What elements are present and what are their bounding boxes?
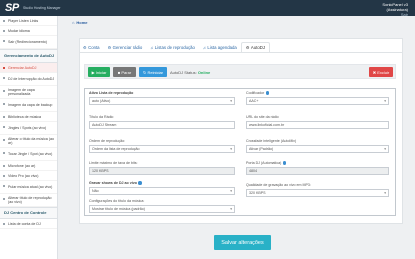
sidebar-item-top-1[interactable]: Mudar idioma [0,26,57,36]
sidebar-item-autodj-3[interactable]: Imagem da capa de backup [0,99,57,112]
tab-label: Listas de reprodução [154,44,195,50]
info-icon [282,161,287,165]
crossfade-select[interactable]: Ativar (Padrão) [246,145,389,153]
tab-bar: ⚙ Conta ⚙ Gerenciar rádio ♫ Listas de repro… [79,42,270,52]
tab-lista-agendada[interactable]: ♫ Lista agendada [199,42,241,52]
info-icon [138,181,142,185]
music-note-icon: ♫ [202,44,206,50]
stop-button[interactable]: ■ Parar [113,67,136,77]
tab-label: AutoDJ [250,45,265,50]
tab-conta[interactable]: ⚙ Conta [79,42,104,52]
bitrate-limit-field: 120 KBPS [89,167,235,175]
radio-title-label: Título da Rádio [89,115,114,119]
playlist-select[interactable]: auto (Ativo) [89,97,235,105]
codec-label-text: Codificador [246,91,265,95]
codec-label: Codificador [246,91,270,95]
play-order-select[interactable]: Ordem da lista de reprodução [89,145,235,153]
breadcrumb[interactable]: ⌂ Home [72,20,88,25]
record-live-label: Gravar shows de DJ ao vivo [89,181,142,185]
sidebar-section-dj-control: DJ Centro de Controle [0,207,57,219]
tab-gerenciar-radio[interactable]: ⚙ Gerenciar rádio [104,42,147,52]
breadcrumb-home[interactable]: Home [76,20,87,25]
logout-link[interactable]: Sair [401,12,408,17]
sidebar-item-autodj-2[interactable]: Imagem de capa personalizada [0,86,57,99]
sidebar-item-control-0[interactable]: Lista de conta de DJ [0,219,57,229]
user-menu[interactable]: SonicPanel v3 (Assinatura) Sair [382,2,408,17]
record-live-label-text: Gravar shows de DJ ao vivo [89,181,137,185]
sidebar-item-autodj-1[interactable]: DJ de Interrupção do AutoDJ [0,73,57,86]
gear-icon: ⚙ [107,44,112,50]
gear-icon: ⚙ [245,45,250,50]
sidebar-item-autodj-4[interactable]: Biblioteca de música [0,112,57,122]
autodj-settings-form: Ativo Lista de reprodução auto (Ativo) C… [84,88,396,216]
playlist-label: Ativo Lista de reprodução [89,91,134,95]
sidebar-item-autodj-8[interactable]: Microfone (ao ar) [0,161,57,171]
status-value: Online [197,69,211,75]
radio-title-input[interactable]: AutoDJ Stream [89,121,235,129]
app-logo[interactable]: SP [5,2,19,14]
tab-listas-reproducao[interactable]: ♫ Listas de reprodução [146,42,199,52]
delete-button-label: Excluir [377,69,390,75]
sidebar-item-autodj-5[interactable]: Jingles / Spots (ao vivo) [0,122,57,135]
sidebar-item-top-2[interactable]: Sair (Redirecionamento) [0,36,57,49]
dj-port-label: Porta DJ (Automatica) [246,161,287,165]
title-config-label: Configurações do título da música: [89,199,145,203]
info-icon [265,91,270,95]
dj-port-label-text: Porta DJ (Automatica) [246,161,282,165]
record-live-select[interactable]: Não [89,187,235,195]
tab-label: Lista agendada [207,44,237,50]
sidebar-item-autodj-6[interactable]: Alterar o título da música (ao ar) [0,135,57,148]
sidebar-item-autodj-10[interactable]: Pular música atual (ao vivo) [0,181,57,194]
home-icon: ⌂ [72,20,75,25]
stop-button-label: Parar [121,69,132,75]
sidebar: Player Listen Links Mudar idioma Sair (Red… [0,16,58,259]
restart-button-label: Reiniciar [147,69,164,75]
start-button[interactable]: ▶ Iniciar [88,67,110,77]
tab-autodj[interactable]: ⚙ AutoDJ [240,42,270,52]
title-config-select[interactable]: Mostrar título de música (padrão) [89,205,235,213]
sidebar-item-autodj-0[interactable]: Gerenciar AutoDJ [0,63,57,73]
crossfade-label: Crossfade inteligente (AutoMix) [246,139,297,143]
site-url-input[interactable]: www.linkoficial.com.br [246,121,389,129]
play-order-label: Ordem de reprodução: [89,139,126,143]
restart-button[interactable]: ↻ Reiniciar [139,67,167,77]
bitrate-limit-label: Limite máximo de taxa de bits: [89,161,138,165]
site-url-label: URL do site da rádio [246,115,279,119]
record-quality-select[interactable]: 320 KBPS [246,189,389,197]
sidebar-section-autodj: Gerenciamento de AutoDJ [0,49,57,63]
tab-label: Conta [88,44,100,50]
app-logo-subtitle: Studio Hosting Manager [23,6,61,10]
codec-select[interactable]: AAC+ [246,97,389,105]
sidebar-item-autodj-11[interactable]: Alterar título de reprodução (ao vivo) [0,194,57,207]
tab-divider [79,52,403,53]
autodj-controls: ▶ Iniciar ■ Parar ↻ Reiniciar AutoDJ Sta… [84,64,396,79]
status-label: AutoDJ Status: [170,69,197,75]
top-bar: SP Studio Hosting Manager SonicPanel v3 … [0,0,415,17]
save-changes-button[interactable]: Salvar alterações [214,235,271,250]
gear-icon: ⚙ [83,44,87,50]
music-note-icon: ♫ [150,44,154,50]
start-button-label: Iniciar [95,69,107,75]
sidebar-item-autodj-9[interactable]: Video Pro (ao vivo) [0,171,57,181]
delete-button[interactable]: ✖ Excluir [369,67,393,77]
sidebar-item-autodj-7[interactable]: Tocar Jingle / Spot (ao vivo) [0,148,57,161]
tab-label: Gerenciar rádio [112,44,143,50]
sidebar-item-top-0[interactable]: Player Listen Links [0,16,57,26]
autodj-status: AutoDJ Status: Online [170,70,210,75]
record-quality-label: Qualidade de gravação ao vivo em MP3: [246,183,311,187]
dj-port-field: 4804 [246,167,389,175]
